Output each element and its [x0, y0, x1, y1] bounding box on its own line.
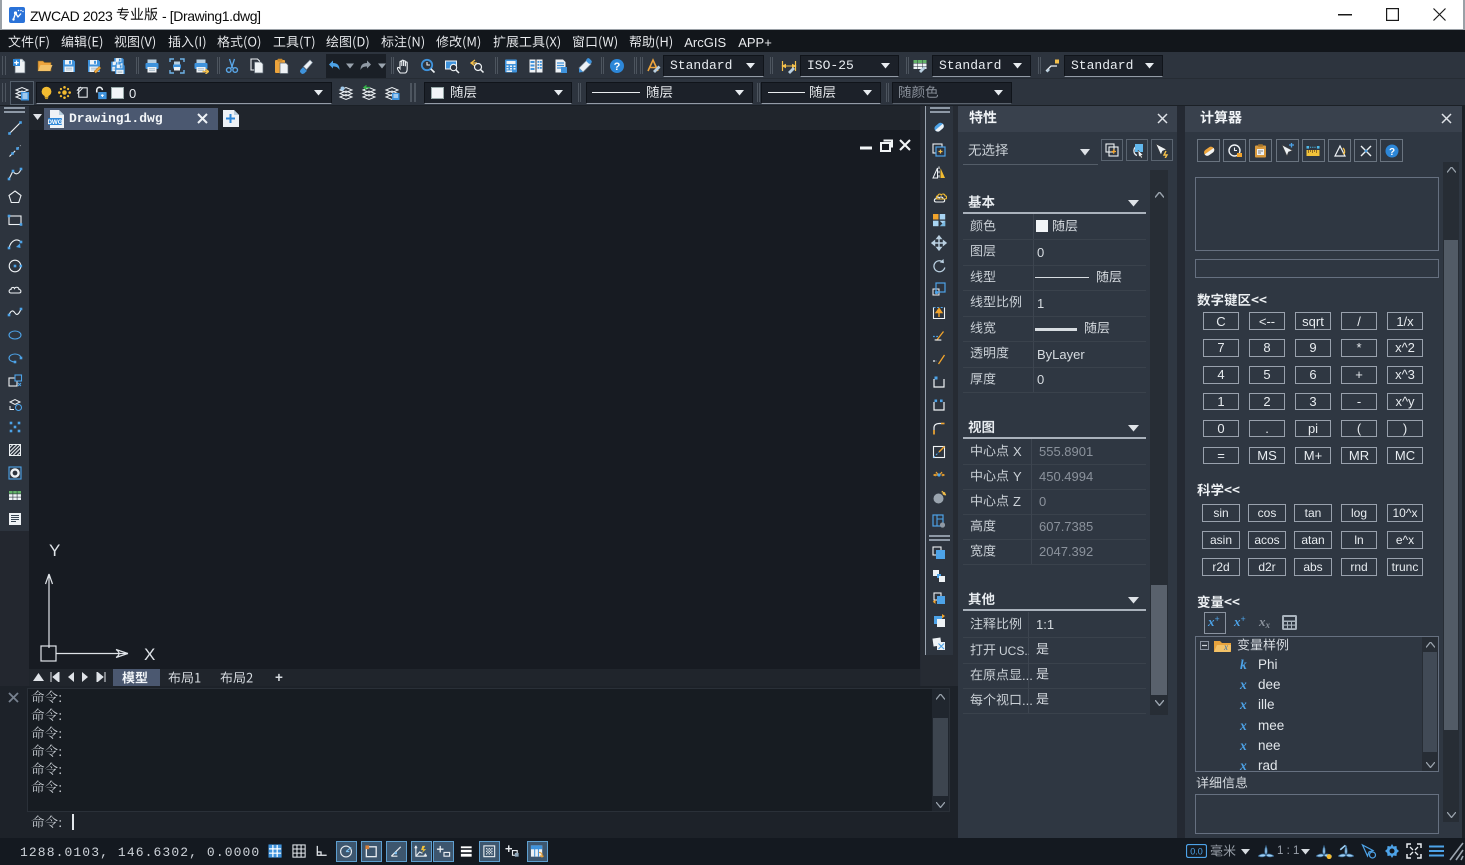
svg-text:?: ?	[614, 61, 621, 73]
svg-text:DWG: DWG	[48, 119, 63, 126]
svg-text:?: ?	[1389, 147, 1395, 158]
svg-text:0.0: 0.0	[1190, 847, 1203, 857]
svg-text:x: x	[1223, 642, 1228, 652]
svg-text:Y: Y	[49, 541, 60, 560]
svg-text:X: X	[144, 645, 155, 664]
